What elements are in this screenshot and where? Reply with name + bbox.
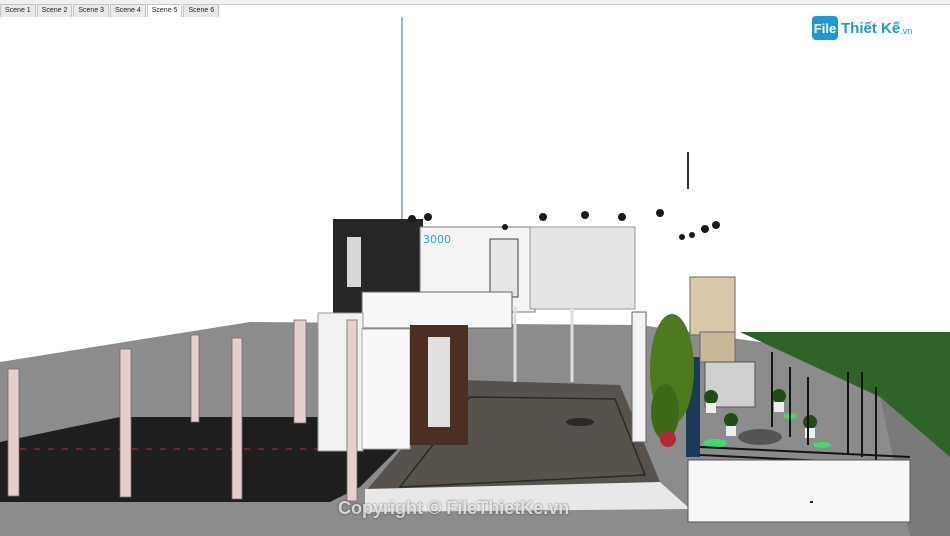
scene-tabs: Scene 1 Scene 2 Scene 3 Scene 4 Scene 5 … [0, 4, 221, 17]
tab-scene-6[interactable]: Scene 6 [183, 4, 220, 17]
tab-scene-1[interactable]: Scene 1 [0, 4, 36, 17]
manhole [566, 418, 594, 426]
wood-panel-insert [428, 337, 450, 427]
dark-volume-door [347, 237, 361, 287]
upper-door [489, 238, 519, 298]
scene-render [0, 17, 950, 536]
front-wall [687, 459, 911, 523]
tab-scene-2[interactable]: Scene 2 [36, 4, 73, 17]
tab-scene-5[interactable]: Scene 5 [146, 4, 183, 17]
site-logo: File Thiết Kế .vn [812, 14, 912, 42]
logo-mark: File [812, 16, 838, 40]
pillar-cap [689, 276, 736, 336]
logo-suffix: .vn [900, 26, 913, 36]
flower-bed [660, 431, 676, 447]
dimension-label: 3000 [423, 233, 451, 246]
lower-wall [361, 328, 411, 450]
balcony-slab [361, 291, 513, 329]
tab-scene-4[interactable]: Scene 4 [110, 4, 146, 17]
side-wall [529, 226, 636, 310]
copyright-watermark: Copyright © FileThietKe.vn [338, 498, 570, 518]
tab-scene-3[interactable]: Scene 3 [73, 4, 110, 17]
logo-text: Thiết Kế [841, 19, 901, 37]
3d-model-viewport[interactable] [0, 17, 950, 536]
gate-pillar [631, 311, 647, 443]
